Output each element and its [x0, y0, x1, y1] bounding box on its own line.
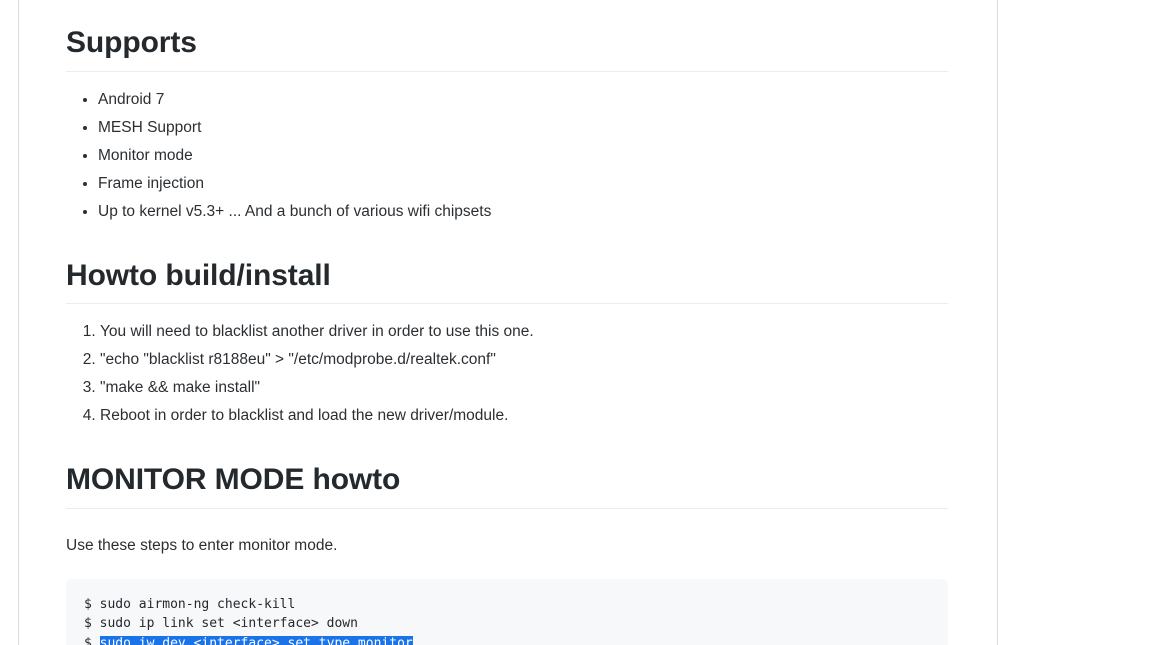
- container-border-left: [18, 0, 19, 645]
- list-item: You will need to blacklist another drive…: [100, 318, 948, 346]
- list-item: Up to kernel v5.3+ ... And a bunch of va…: [98, 198, 948, 226]
- list-item: Frame injection: [98, 170, 948, 198]
- readme-content: Supports Android 7 MESH Support Monitor …: [66, 0, 948, 645]
- page-title-supports: Supports: [66, 24, 948, 72]
- build-steps-list: You will need to blacklist another drive…: [66, 318, 948, 430]
- list-item: Monitor mode: [98, 142, 948, 170]
- code-command-selected[interactable]: sudo iw dev <interface> set type monitor: [99, 635, 413, 645]
- code-line: $ sudo iw dev <interface> set type monit…: [84, 634, 932, 645]
- shell-prompt: $: [84, 596, 100, 612]
- code-command[interactable]: sudo ip link set <interface> down: [100, 616, 358, 631]
- list-item: Reboot in order to blacklist and load th…: [100, 402, 948, 430]
- monitor-mode-intro-text: Use these steps to enter monitor mode.: [66, 536, 338, 554]
- monitor-mode-code-block[interactable]: $ sudo airmon-ng check-kill $ sudo ip lin…: [66, 578, 948, 645]
- list-item: Android 7: [98, 86, 948, 114]
- shell-prompt: $: [84, 635, 100, 645]
- list-item: MESH Support: [98, 114, 948, 142]
- code-line: $ sudo airmon-ng check-kill: [84, 595, 932, 615]
- list-item: "echo "blacklist r8188eu" > "/etc/modpro…: [100, 346, 948, 374]
- page-viewport: Supports Android 7 MESH Support Monitor …: [0, 0, 1173, 645]
- shell-prompt: $: [84, 616, 100, 631]
- code-command[interactable]: sudo airmon-ng check-kill: [100, 597, 296, 612]
- list-item: "make && make install": [100, 374, 948, 402]
- supports-feature-list: Android 7 MESH Support Monitor mode Fram…: [66, 86, 948, 226]
- page-title-howto-build-install: Howto build/install: [66, 257, 948, 304]
- code-line: $ sudo ip link set <interface> down: [84, 614, 932, 634]
- page-title-monitor-mode-howto: MONITOR MODE howto: [66, 461, 948, 509]
- container-border-right: [997, 0, 998, 645]
